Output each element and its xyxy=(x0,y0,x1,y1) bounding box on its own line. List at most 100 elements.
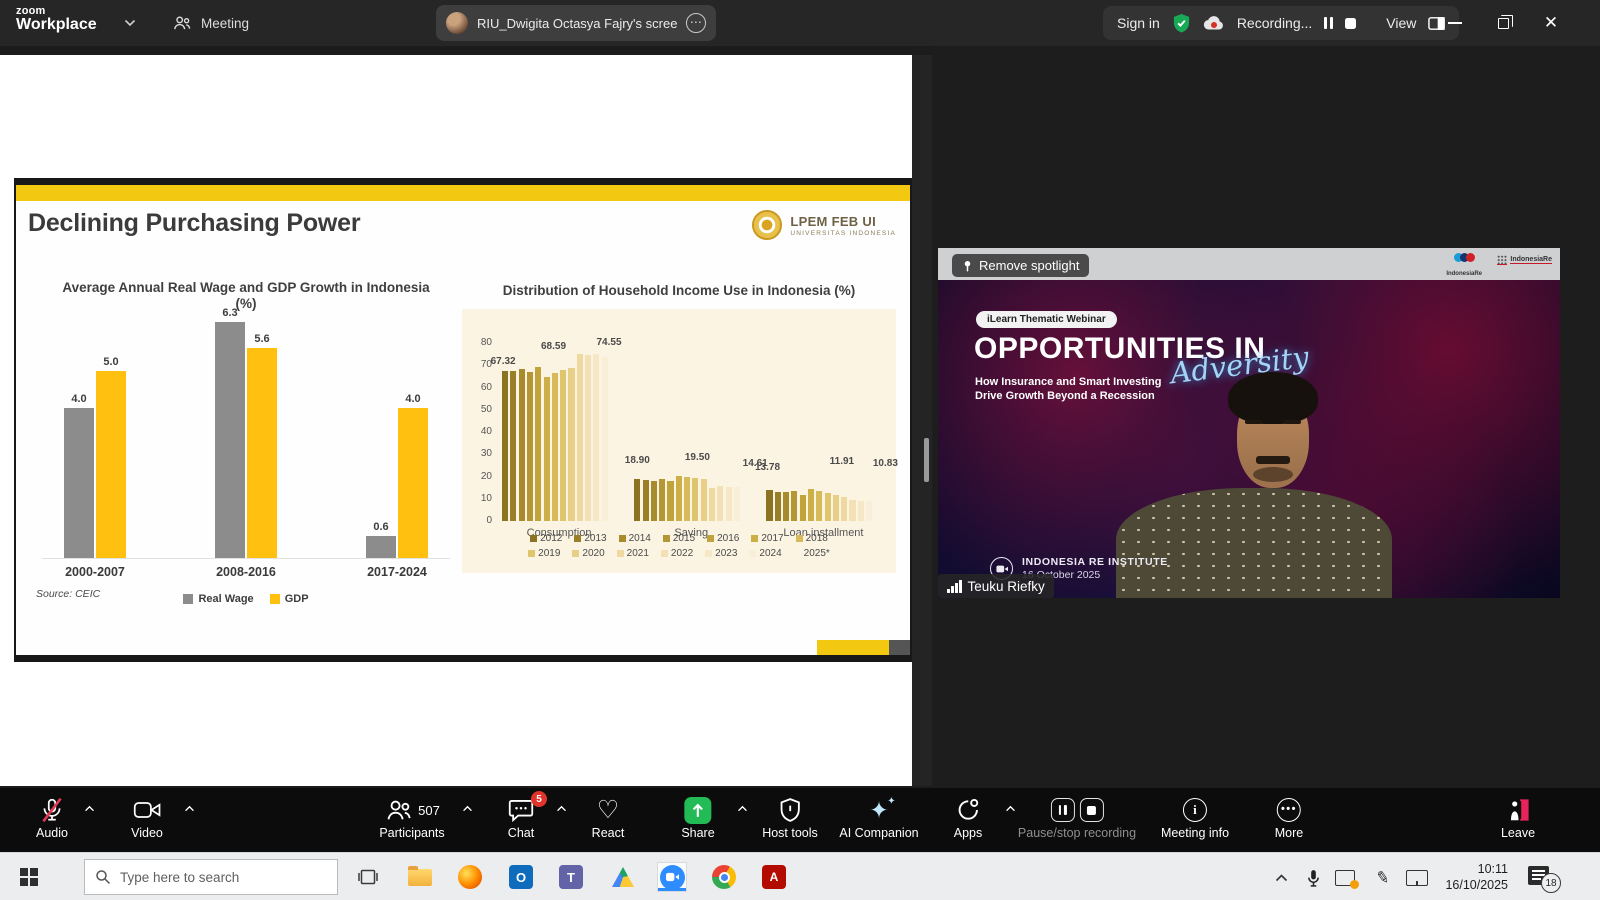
chat-button[interactable]: Chat xyxy=(508,795,535,840)
zoom-app-icon[interactable] xyxy=(658,863,686,891)
ai-companion-button[interactable]: ✦✦ AI Companion xyxy=(839,795,918,840)
network-signal-icon xyxy=(947,580,962,593)
minimize-button[interactable] xyxy=(1432,0,1478,46)
acrobat-icon[interactable]: A xyxy=(760,863,788,891)
info-icon: i xyxy=(1183,798,1207,822)
video-panel: IndonesiaRe IndonesiaRe iLearn Thematic … xyxy=(932,46,1600,788)
video-button[interactable]: Video xyxy=(131,795,163,840)
lgit2: 2023 xyxy=(705,548,737,559)
start-button[interactable] xyxy=(20,868,37,885)
taskbar-search[interactable] xyxy=(84,859,338,895)
lgt2: 2015 xyxy=(673,533,695,544)
lpem-subtitle: UNIVERSITAS INDONESIA xyxy=(790,230,896,237)
sign-in-button[interactable]: Sign in xyxy=(1117,15,1160,31)
participants-icon xyxy=(384,798,413,822)
sq2 xyxy=(796,535,803,542)
file-explorer-icon[interactable] xyxy=(406,863,434,891)
close-button[interactable]: ✕ xyxy=(1528,0,1574,46)
tray-touchpad-icon[interactable] xyxy=(1404,865,1430,891)
task-view-button[interactable] xyxy=(354,863,382,891)
audio-options-chevron-icon[interactable] xyxy=(84,805,95,812)
host-tools-button[interactable]: Host tools xyxy=(762,795,818,840)
apps-button[interactable]: Apps xyxy=(954,795,983,840)
pause-stop-recording-button[interactable]: Pause/stop recording xyxy=(1018,795,1136,840)
event-badge: iLearn Thematic Webinar xyxy=(976,311,1117,328)
slide-footer-gray-accent xyxy=(889,640,910,655)
taskbar-clock[interactable]: 10:11 16/10/2025 xyxy=(1430,861,1508,894)
pause-recording-icon[interactable] xyxy=(1324,17,1333,29)
c1val: 0.6 xyxy=(373,521,388,533)
lgt2: 2017 xyxy=(761,533,783,544)
video-options-chevron-icon[interactable] xyxy=(184,805,195,812)
tab-meeting[interactable]: Meeting xyxy=(172,10,249,36)
sq2 xyxy=(705,550,712,557)
share-chevron-icon[interactable] xyxy=(737,805,748,812)
pause-recording-button-icon[interactable] xyxy=(1050,798,1074,822)
shield-check-icon[interactable] xyxy=(1172,13,1191,34)
c2bar xyxy=(874,497,880,521)
c2bar xyxy=(701,479,707,521)
chrome-icon[interactable] xyxy=(710,863,738,891)
lgit2: 2020 xyxy=(572,548,604,559)
audio-button[interactable]: Audio xyxy=(36,795,68,840)
google-drive-icon[interactable] xyxy=(609,863,637,891)
c2lab: 68.59 xyxy=(541,341,566,352)
c2bar xyxy=(816,491,822,521)
firefox-icon[interactable] xyxy=(456,863,484,891)
ellipsis-icon[interactable]: ⋯ xyxy=(686,13,706,33)
c2bar xyxy=(585,355,591,521)
dot-grid-icon xyxy=(1497,255,1507,265)
c2tick: 80 xyxy=(472,337,492,348)
more-ellipsis-icon: ••• xyxy=(1277,798,1301,822)
tab-meeting-label: Meeting xyxy=(201,16,249,31)
scrollbar-thumb[interactable] xyxy=(924,438,929,482)
c2bar xyxy=(610,355,616,521)
participants-button[interactable]: 507 Participants xyxy=(379,795,444,840)
tray-photos-icon[interactable] xyxy=(1332,865,1358,891)
lgit2: 2021 xyxy=(617,548,649,559)
c2tick: 70 xyxy=(472,359,492,370)
tray-mic-icon[interactable] xyxy=(1300,865,1326,891)
slide-body: Declining Purchasing Power LPEM FEB UI U… xyxy=(16,201,910,655)
remove-spotlight-button[interactable]: Remove spotlight xyxy=(952,254,1089,277)
participants-chevron-icon[interactable] xyxy=(462,805,473,812)
avatar xyxy=(446,12,468,34)
tray-pen-icon[interactable]: ✎ xyxy=(1370,865,1396,891)
c2bar xyxy=(709,488,715,521)
participant-name: Teuku Riefky xyxy=(968,579,1045,594)
scrollbar-track[interactable] xyxy=(912,55,932,786)
view-button[interactable]: View xyxy=(1386,15,1416,31)
chevron-down-icon[interactable] xyxy=(124,19,136,27)
react-button[interactable]: ♡ React xyxy=(592,795,625,840)
chat-chevron-icon[interactable] xyxy=(556,805,567,812)
webinar-subtitle-1: How Insurance and Smart Investing xyxy=(975,376,1161,388)
sq2 xyxy=(707,535,714,542)
notification-count-badge: 18 xyxy=(1541,873,1561,893)
more-button[interactable]: ••• More xyxy=(1275,795,1303,840)
leave-button[interactable]: Leave xyxy=(1501,795,1535,840)
stop-recording-button-icon[interactable] xyxy=(1079,798,1103,822)
c2bar xyxy=(692,478,698,521)
lgit2: 2019 xyxy=(528,548,560,559)
restore-button[interactable] xyxy=(1480,0,1526,46)
apps-chevron-icon[interactable] xyxy=(1005,805,1016,812)
stop-recording-icon[interactable] xyxy=(1345,18,1356,29)
wage-gdp-chart: Average Annual Real Wage and GDP Growth … xyxy=(34,280,458,620)
tab-shared-screen[interactable]: RIU_Dwigita Octasya Fajry's scree ⋯ xyxy=(436,5,716,41)
tray-chevron-icon[interactable] xyxy=(1268,865,1294,891)
c2bar xyxy=(833,495,839,521)
search-input[interactable] xyxy=(120,870,320,885)
teams-icon[interactable]: T xyxy=(557,863,585,891)
c1bar xyxy=(366,536,396,559)
outlook-icon[interactable]: O xyxy=(507,863,535,891)
slide-accent-band xyxy=(16,185,910,201)
video-content: iLearn Thematic Webinar OPPORTUNITIES IN… xyxy=(938,280,1560,598)
c1bar xyxy=(64,408,94,558)
c2bar xyxy=(742,489,748,522)
c1g: 6.35.6 xyxy=(215,307,277,558)
c2tick: 20 xyxy=(472,471,492,482)
spotlight-video-tile[interactable]: IndonesiaRe IndonesiaRe iLearn Thematic … xyxy=(938,248,1560,598)
share-button[interactable]: Share xyxy=(681,795,714,840)
meeting-info-button[interactable]: i Meeting info xyxy=(1161,795,1229,840)
wage-chart-baseline xyxy=(42,558,450,559)
